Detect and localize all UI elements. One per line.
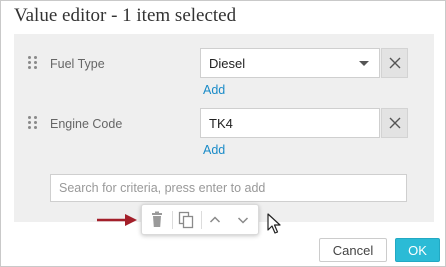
chevron-up-icon	[209, 216, 221, 223]
input-value: TK4	[209, 116, 233, 131]
criteria-search-input[interactable]: Search for criteria, press enter to add	[50, 174, 407, 202]
item-action-toolbar	[141, 204, 259, 235]
dialog-title: Value editor - 1 item selected	[14, 5, 237, 26]
trash-icon	[152, 211, 162, 227]
criteria-row-fuel-type: Fuel Type Diesel Add	[14, 48, 434, 97]
copy-icon	[178, 211, 194, 229]
delete-button[interactable]	[147, 210, 167, 230]
criteria-row-engine-code: Engine Code TK4 Add	[14, 108, 434, 157]
engine-code-input[interactable]: TK4	[200, 108, 380, 138]
criteria-label: Fuel Type	[50, 57, 105, 71]
caret-down-icon	[359, 61, 369, 66]
remove-criteria-button[interactable]	[381, 48, 408, 78]
add-value-link[interactable]: Add	[203, 83, 225, 97]
select-value: Diesel	[209, 56, 246, 71]
close-icon	[389, 117, 401, 129]
drag-handle-icon[interactable]	[28, 116, 38, 130]
ok-button[interactable]: OK	[395, 238, 440, 262]
close-icon	[389, 57, 401, 69]
annotation-arrow-icon	[97, 214, 137, 226]
search-placeholder: Search for criteria, press enter to add	[59, 181, 266, 195]
mouse-cursor-icon	[267, 213, 281, 234]
toolbar-divider	[201, 211, 202, 229]
move-down-button[interactable]	[233, 210, 253, 230]
criteria-label: Engine Code	[50, 117, 123, 131]
chevron-down-icon	[237, 217, 249, 224]
value-editor-dialog: Value editor - 1 item selected Fuel Type…	[0, 0, 446, 267]
fuel-type-select[interactable]: Diesel	[200, 48, 380, 78]
duplicate-button[interactable]	[176, 210, 196, 230]
toolbar-divider	[172, 211, 173, 229]
cancel-button[interactable]: Cancel	[319, 238, 387, 262]
drag-handle-icon[interactable]	[28, 56, 38, 70]
remove-criteria-button[interactable]	[381, 108, 408, 138]
criteria-panel: Fuel Type Diesel Add Engine Code TK4 Add…	[14, 34, 434, 222]
move-up-button[interactable]	[205, 210, 225, 230]
add-value-link[interactable]: Add	[203, 143, 225, 157]
